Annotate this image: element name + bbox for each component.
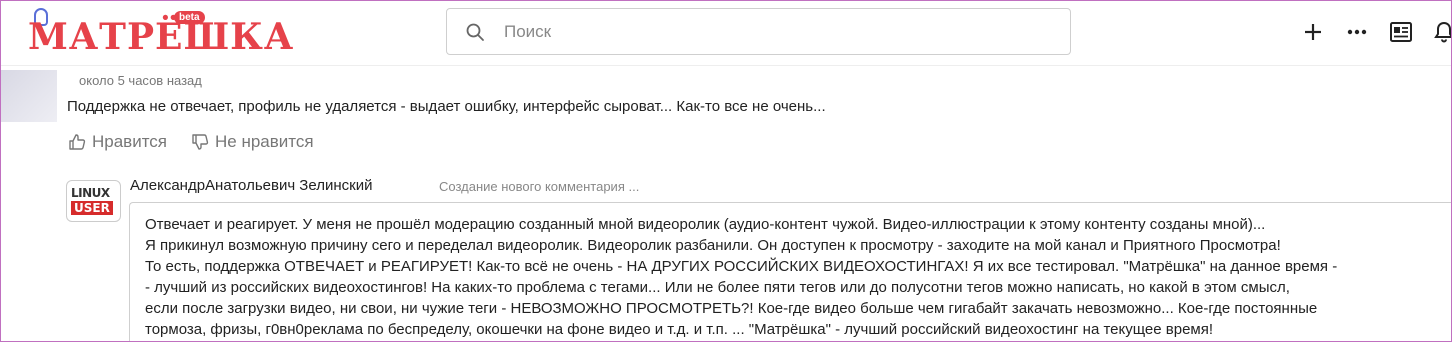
- top-header: МАТРЁШКА beta: [0, 0, 1452, 66]
- bell-icon[interactable]: [1432, 20, 1452, 44]
- author-name[interactable]: АлександрАнатольевич Зелинский: [130, 177, 372, 194]
- more-icon[interactable]: [1345, 20, 1369, 44]
- commenter-avatar[interactable]: [0, 70, 57, 122]
- like-button[interactable]: Нравится: [68, 132, 167, 152]
- comment-time: около 5 часов назад: [79, 73, 202, 88]
- logo-text: МАТРЁШКА: [28, 16, 295, 58]
- avatar-text-line1: LINUX: [71, 186, 110, 200]
- search-input[interactable]: [504, 9, 1044, 54]
- search-icon[interactable]: [465, 22, 485, 42]
- site-logo[interactable]: МАТРЁШКА beta: [28, 8, 293, 58]
- plus-icon[interactable]: [1301, 20, 1325, 44]
- thumbs-up-icon: [69, 134, 86, 150]
- dislike-label: Не нравится: [215, 132, 314, 151]
- user-avatar[interactable]: LINUX USER: [66, 180, 121, 222]
- like-label: Нравится: [92, 132, 168, 151]
- search-box[interactable]: [446, 8, 1071, 55]
- composer-status: Создание нового комментария ...: [439, 179, 640, 194]
- feed-icon[interactable]: [1389, 20, 1413, 44]
- beta-badge: beta: [174, 11, 205, 24]
- comment-draft-text[interactable]: Отвечает и реагирует. У меня не прошёл м…: [145, 214, 1452, 340]
- thumbs-down-icon: [192, 134, 209, 150]
- comment-text: Поддержка не отвечает, профиль не удаляе…: [67, 98, 826, 115]
- dislike-button[interactable]: Не нравится: [191, 132, 314, 152]
- avatar-text-line2: USER: [71, 201, 113, 215]
